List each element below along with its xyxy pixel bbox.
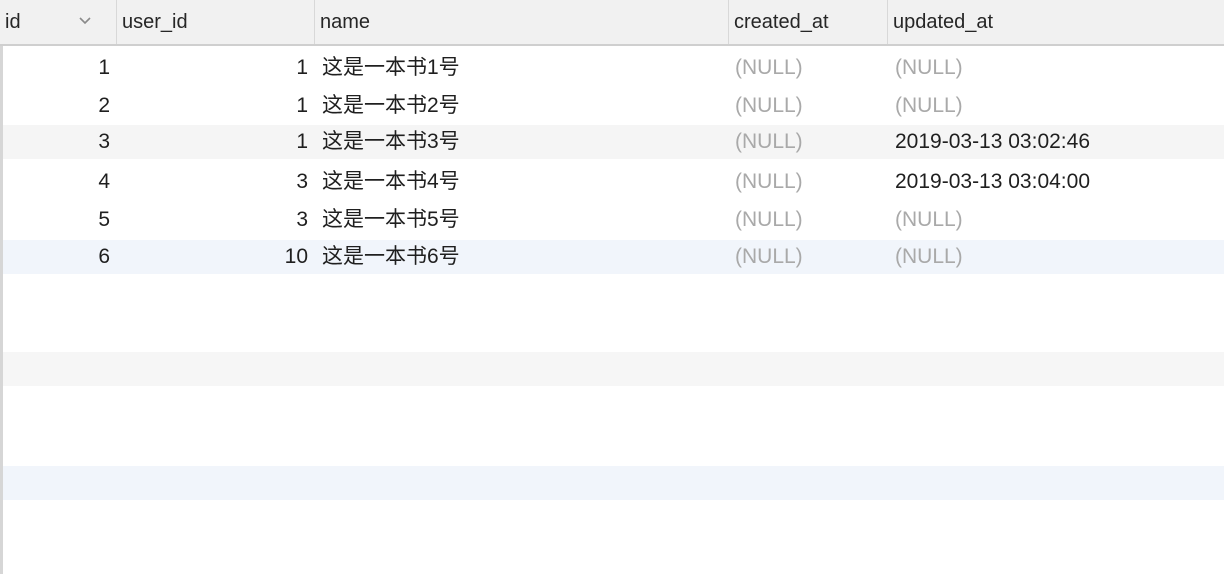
table-row[interactable]: 2 1 这是一本书2号 (NULL) (NULL) (3, 89, 1224, 123)
column-header-updated-at[interactable]: updated_at (888, 0, 1224, 44)
empty-row (3, 352, 1224, 386)
column-header-name[interactable]: name (315, 0, 729, 44)
column-header-user-id[interactable]: user_id (117, 0, 315, 44)
column-header-label: name (320, 11, 371, 33)
cell-name[interactable]: 这是一本书6号 (322, 240, 722, 274)
table-row[interactable]: 5 3 这是一本书5号 (NULL) (NULL) (3, 203, 1224, 237)
cell-user-id[interactable]: 3 (113, 203, 308, 237)
cell-created-at[interactable]: (NULL) (735, 240, 885, 274)
cell-name[interactable]: 这是一本书4号 (322, 165, 722, 199)
cell-id[interactable]: 5 (3, 203, 110, 237)
cell-name[interactable]: 这是一本书2号 (322, 89, 722, 123)
table-row[interactable]: 6 10 这是一本书6号 (NULL) (NULL) (3, 240, 1224, 274)
cell-created-at[interactable]: (NULL) (735, 89, 885, 123)
cell-updated-at[interactable]: (NULL) (895, 203, 1215, 237)
cell-created-at[interactable]: (NULL) (735, 51, 885, 85)
cell-user-id[interactable]: 3 (113, 165, 308, 199)
column-header-created-at[interactable]: created_at (729, 0, 888, 44)
chevron-down-icon[interactable] (78, 14, 92, 28)
cell-user-id[interactable]: 1 (113, 89, 308, 123)
cell-created-at[interactable]: (NULL) (735, 203, 885, 237)
column-header-id[interactable]: id (0, 0, 117, 44)
table-row[interactable]: 4 3 这是一本书4号 (NULL) 2019-03-13 03:04:00 (3, 165, 1224, 199)
cell-id[interactable]: 2 (3, 89, 110, 123)
cell-user-id[interactable]: 1 (113, 125, 308, 159)
cell-id[interactable]: 4 (3, 165, 110, 199)
result-grid[interactable]: id user_id name created_at updated_at 1 … (0, 0, 1224, 574)
cell-user-id[interactable]: 1 (113, 51, 308, 85)
table-row[interactable]: 3 1 这是一本书3号 (NULL) 2019-03-13 03:02:46 (3, 125, 1224, 159)
cell-name[interactable]: 这是一本书5号 (322, 203, 722, 237)
cell-created-at[interactable]: (NULL) (735, 165, 885, 199)
empty-row (3, 466, 1224, 500)
cell-id[interactable]: 6 (3, 240, 110, 274)
cell-id[interactable]: 3 (3, 125, 110, 159)
grid-header: id user_id name created_at updated_at (0, 0, 1224, 46)
cell-updated-at[interactable]: (NULL) (895, 89, 1215, 123)
cell-created-at[interactable]: (NULL) (735, 125, 885, 159)
table-row[interactable]: 1 1 这是一本书1号 (NULL) (NULL) (3, 51, 1224, 85)
cell-name[interactable]: 这是一本书1号 (322, 51, 722, 85)
cell-updated-at[interactable]: (NULL) (895, 51, 1215, 85)
column-header-label: created_at (734, 11, 829, 33)
cell-user-id[interactable]: 10 (113, 240, 308, 274)
cell-updated-at[interactable]: 2019-03-13 03:04:00 (895, 165, 1215, 199)
column-header-label: user_id (122, 11, 188, 33)
cell-updated-at[interactable]: (NULL) (895, 240, 1215, 274)
cell-updated-at[interactable]: 2019-03-13 03:02:46 (895, 125, 1215, 159)
cell-name[interactable]: 这是一本书3号 (322, 125, 722, 159)
column-header-label: updated_at (893, 11, 994, 33)
cell-id[interactable]: 1 (3, 51, 110, 85)
column-header-label: id (5, 11, 21, 33)
